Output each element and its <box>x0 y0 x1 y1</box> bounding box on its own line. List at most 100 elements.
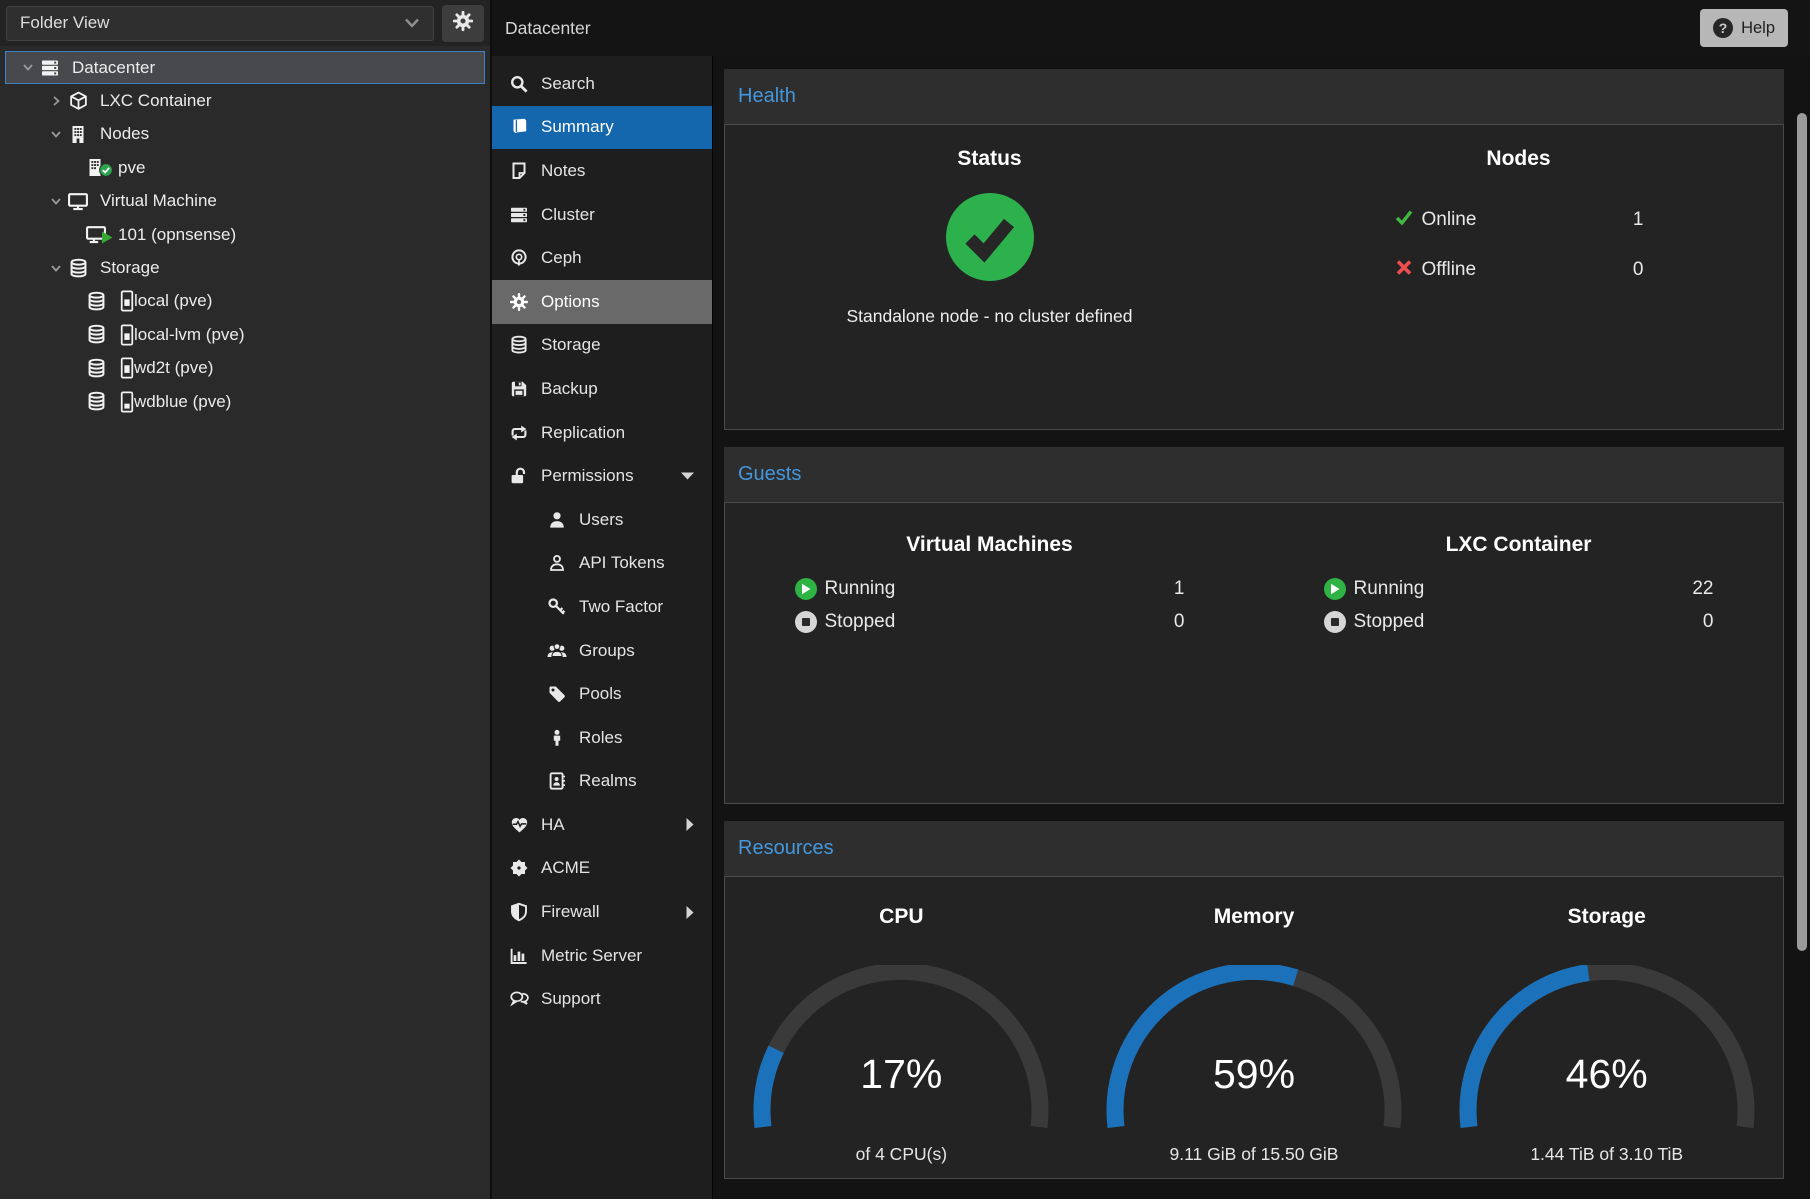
tree-item-storage-local[interactable]: local (pve) <box>5 285 485 318</box>
menu-item-support[interactable]: Support <box>492 977 712 1021</box>
health-panel: Health Status Standalone node - no clust… <box>724 69 1784 430</box>
lxc-running-count: 22 <box>1692 578 1713 600</box>
menu-item-two-factor[interactable]: Two Factor <box>492 585 712 629</box>
question-icon: ? <box>1713 18 1733 38</box>
tree-item-label: Virtual Machine <box>100 191 217 211</box>
gear-icon <box>508 292 530 312</box>
monitor-icon <box>66 191 90 212</box>
database-icon <box>84 391 108 412</box>
tree-item-label: pve <box>118 158 145 178</box>
tree-item-label: local-lvm (pve) <box>134 325 245 345</box>
menu-item-users[interactable]: Users <box>492 498 712 542</box>
status-online-badge <box>99 162 113 182</box>
menu-item-cluster[interactable]: Cluster <box>492 193 712 237</box>
caret-down-icon <box>681 472 694 480</box>
menu-item-acme[interactable]: ACME <box>492 847 712 891</box>
cpu-gauge: 17% <box>751 965 1051 1137</box>
menu-item-ha[interactable]: HA <box>492 803 712 847</box>
floppy-icon <box>508 379 530 399</box>
view-mode-value: Folder View <box>20 13 109 33</box>
menu-item-metric-server[interactable]: Metric Server <box>492 934 712 978</box>
chevron-down-icon[interactable] <box>46 129 66 140</box>
running-icon <box>1324 578 1346 600</box>
scrollbar-thumb[interactable] <box>1797 113 1807 951</box>
menu-item-pools[interactable]: Pools <box>492 672 712 716</box>
tree-item-storage-wd2t[interactable]: wd2t (pve) <box>5 352 485 385</box>
help-button[interactable]: ? Help <box>1700 9 1788 47</box>
guests-panel-title: Guests <box>724 447 1784 502</box>
vertical-scrollbar[interactable] <box>1797 113 1807 1199</box>
tree-item-datacenter[interactable]: Datacenter <box>5 51 485 84</box>
caret-right-icon <box>686 906 694 919</box>
memory-percent: 59% <box>1104 1051 1404 1098</box>
key-icon <box>546 597 568 617</box>
cross-icon <box>1394 257 1414 283</box>
lxc-stopped-count: 0 <box>1703 611 1714 633</box>
tree-item-nodes[interactable]: Nodes <box>5 118 485 151</box>
menu-item-replication[interactable]: Replication <box>492 411 712 455</box>
storage-gauge: 46% <box>1457 965 1757 1137</box>
menu-item-realms[interactable]: Realms <box>492 760 712 804</box>
chevron-right-icon[interactable] <box>46 95 66 107</box>
lxc-running-row: Running 22 <box>1324 577 1714 601</box>
tree-item-storage-wdblue[interactable]: wdblue (pve) <box>5 385 485 418</box>
usage-bar-icon <box>120 290 134 312</box>
menu-item-storage[interactable]: Storage <box>492 324 712 368</box>
sidebar-header: Folder View <box>0 0 490 46</box>
tree-item-storage-local-lvm[interactable]: local-lvm (pve) <box>5 318 485 351</box>
tree-item-virtual-machine[interactable]: Virtual Machine <box>5 185 485 218</box>
chevron-down-icon[interactable] <box>46 196 66 207</box>
online-count: 1 <box>1633 209 1644 231</box>
menu-item-summary[interactable]: Summary <box>492 106 712 150</box>
menu-item-permissions[interactable]: Permissions <box>492 454 712 498</box>
menu-item-search[interactable]: Search <box>492 62 712 106</box>
datacenter-config-menu: Search Summary Notes Cluster <box>492 56 713 1199</box>
menu-item-ceph[interactable]: Ceph <box>492 236 712 280</box>
cpu-gauge-column: CPU 17% of 4 CPU(s) <box>725 877 1078 1178</box>
resources-panel-title: Resources <box>724 821 1784 876</box>
chevron-down-icon[interactable] <box>18 62 38 73</box>
cpu-percent: 17% <box>751 1051 1051 1098</box>
resources-panel: Resources CPU 17% of 4 CPU(s) <box>724 821 1784 1179</box>
check-icon <box>1394 207 1414 233</box>
help-button-label: Help <box>1741 19 1775 38</box>
view-mode-select[interactable]: Folder View <box>6 6 434 41</box>
running-play-badge <box>101 229 113 249</box>
tag-icon <box>546 684 568 704</box>
menu-item-groups[interactable]: Groups <box>492 629 712 673</box>
tree-item-vm-101[interactable]: 101 (opnsense) <box>5 218 485 251</box>
menu-item-backup[interactable]: Backup <box>492 367 712 411</box>
tree-item-storage[interactable]: Storage <box>5 251 485 284</box>
summary-content: Health Status Standalone node - no clust… <box>713 56 1810 1199</box>
tree-item-pve[interactable]: pve <box>5 151 485 184</box>
usage-bar-icon <box>120 324 134 346</box>
tree-settings-button[interactable] <box>442 5 484 42</box>
menu-item-notes[interactable]: Notes <box>492 149 712 193</box>
database-icon <box>84 291 108 312</box>
person-icon <box>546 728 568 748</box>
resource-tree-sidebar: Folder View <box>0 0 490 1199</box>
menu-item-roles[interactable]: Roles <box>492 716 712 760</box>
building-check-icon <box>84 157 108 178</box>
menu-item-firewall[interactable]: Firewall <box>492 890 712 934</box>
user-outline-icon <box>546 553 568 573</box>
vm-running-count: 1 <box>1174 578 1185 600</box>
vm-stopped-count: 0 <box>1174 611 1185 633</box>
book-icon <box>508 117 530 137</box>
chat-icon <box>508 989 530 1009</box>
seal-icon <box>508 858 530 878</box>
note-icon <box>508 161 530 181</box>
chevron-down-icon[interactable] <box>46 263 66 274</box>
tree-item-label: wd2t (pve) <box>134 358 213 378</box>
heartbeat-icon <box>508 815 530 835</box>
cube-icon <box>66 91 90 112</box>
storage-caption: 1.44 TiB of 3.10 TiB <box>1430 1144 1783 1165</box>
menu-item-options[interactable]: Options <box>492 280 712 324</box>
storage-gauge-column: Storage 46% 1.44 TiB of 3.10 TiB <box>1430 877 1783 1178</box>
content-topbar: Datacenter ? Help <box>492 0 1810 56</box>
nodes-heading: Nodes <box>1254 147 1783 171</box>
tree-item-lxc-container[interactable]: LXC Container <box>5 84 485 117</box>
menu-item-api-tokens[interactable]: API Tokens <box>492 542 712 586</box>
vm-stopped-row: Stopped 0 <box>795 610 1185 634</box>
stopped-icon <box>795 611 817 633</box>
